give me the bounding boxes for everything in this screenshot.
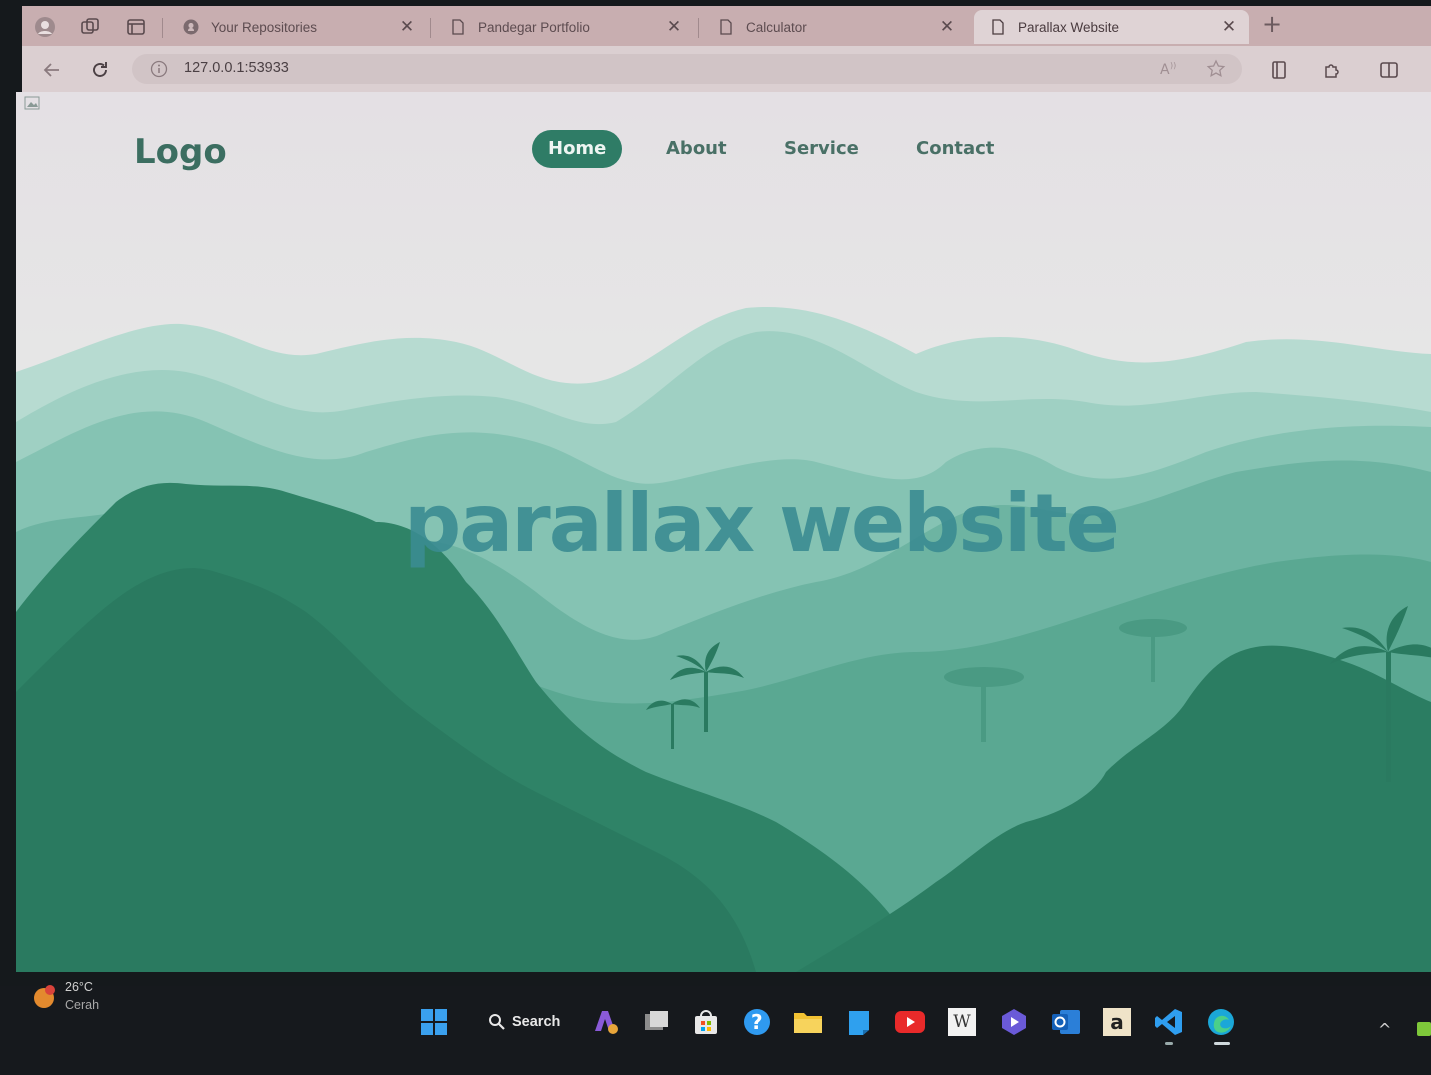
amazon-glyph: a — [1103, 1008, 1131, 1036]
broken-image-icon — [24, 96, 40, 110]
sun-weather-icon — [34, 985, 55, 1008]
edge-icon[interactable] — [1205, 1006, 1237, 1038]
tab-title: Calculator — [746, 19, 807, 35]
nav-home[interactable]: Home — [532, 130, 623, 168]
address-bar-row: 127.0.0.1:53933 A)) — [22, 46, 1431, 92]
notes-icon[interactable] — [843, 1006, 875, 1038]
store-icon[interactable] — [690, 1006, 722, 1038]
close-tab-icon[interactable]: ✕ — [939, 17, 955, 37]
info-icon[interactable] — [150, 60, 168, 78]
nav-service[interactable]: Service — [784, 130, 859, 168]
back-icon[interactable] — [40, 58, 64, 82]
vscode-icon[interactable] — [1153, 1006, 1185, 1038]
tab-separator — [162, 18, 163, 38]
nav-about[interactable]: About — [666, 130, 727, 168]
tab-parallax-website[interactable]: Parallax Website ✕ — [974, 10, 1249, 44]
github-icon — [183, 19, 199, 35]
tab-your-repositories[interactable]: Your Repositories ✕ — [167, 10, 427, 44]
favorite-star-icon[interactable] — [1205, 58, 1227, 80]
reload-icon[interactable] — [88, 58, 112, 82]
close-tab-icon[interactable]: ✕ — [666, 17, 682, 37]
profile-icon[interactable] — [34, 16, 56, 38]
running-indicator — [1165, 1042, 1173, 1045]
wikipedia-icon[interactable]: W — [946, 1006, 978, 1038]
help-icon[interactable]: ? — [741, 1006, 773, 1038]
url-text[interactable]: 127.0.0.1:53933 — [184, 60, 289, 76]
copilot-icon[interactable] — [589, 1006, 621, 1038]
tab-pandegar-portfolio[interactable]: Pandegar Portfolio ✕ — [434, 10, 694, 44]
new-tab-button[interactable]: + — [1262, 10, 1282, 38]
nav-contact[interactable]: Contact — [916, 130, 994, 168]
page-icon — [992, 19, 1004, 35]
page-icon — [720, 19, 732, 35]
svg-text:)): )) — [1170, 61, 1176, 70]
search-label: Search — [512, 1014, 561, 1030]
page-icon — [452, 19, 464, 35]
tab-separator — [430, 18, 431, 38]
taskbar-search-button[interactable]: Search — [488, 1004, 560, 1040]
outlook-icon[interactable] — [1050, 1006, 1082, 1038]
read-aloud-icon[interactable]: A)) — [1157, 58, 1179, 80]
close-tab-icon[interactable]: ✕ — [1221, 17, 1237, 37]
tab-calculator[interactable]: Calculator ✕ — [702, 10, 967, 44]
tab-separator — [698, 18, 699, 38]
weather-condition-label: Cerah — [65, 998, 100, 1012]
amazon-icon[interactable]: a — [1101, 1006, 1133, 1038]
browser-tab-bar: Your Repositories ✕ Pandegar Portfolio ✕… — [22, 6, 1431, 46]
hero-title: parallax website — [404, 477, 1120, 570]
reading-list-icon[interactable] — [1268, 59, 1290, 81]
task-view-icon[interactable] — [640, 1006, 672, 1038]
tab-title: Pandegar Portfolio — [478, 19, 590, 35]
url-box[interactable]: 127.0.0.1:53933 A)) — [132, 54, 1242, 84]
page-viewport: Logo Home About Service Contact parallax… — [16, 92, 1431, 972]
tab-title: Parallax Website — [1018, 19, 1120, 35]
file-explorer-icon[interactable] — [792, 1006, 824, 1038]
youtube-icon[interactable] — [894, 1006, 926, 1038]
workspaces-icon[interactable] — [79, 16, 101, 38]
extensions-icon[interactable] — [1321, 59, 1343, 81]
tab-actions-icon[interactable] — [125, 16, 147, 38]
search-icon — [489, 1014, 505, 1030]
active-app-indicator — [1214, 1042, 1230, 1045]
windows-taskbar: 26°C Cerah Search ? W a ^ — [0, 980, 1431, 1075]
split-screen-icon[interactable] — [1378, 59, 1400, 81]
svg-text:A: A — [1160, 62, 1170, 78]
close-tab-icon[interactable]: ✕ — [399, 17, 415, 37]
media-player-icon[interactable] — [998, 1006, 1030, 1038]
wikipedia-glyph: W — [948, 1008, 976, 1036]
temperature-label: 26°C — [65, 980, 93, 994]
tray-app-icon[interactable] — [1417, 1022, 1431, 1036]
svg-text:?: ? — [751, 1010, 763, 1034]
start-icon[interactable] — [418, 1006, 450, 1038]
tab-title: Your Repositories — [211, 19, 318, 35]
tray-chevron-icon[interactable]: ^ — [1378, 1020, 1391, 1039]
site-logo[interactable]: Logo — [134, 132, 227, 172]
